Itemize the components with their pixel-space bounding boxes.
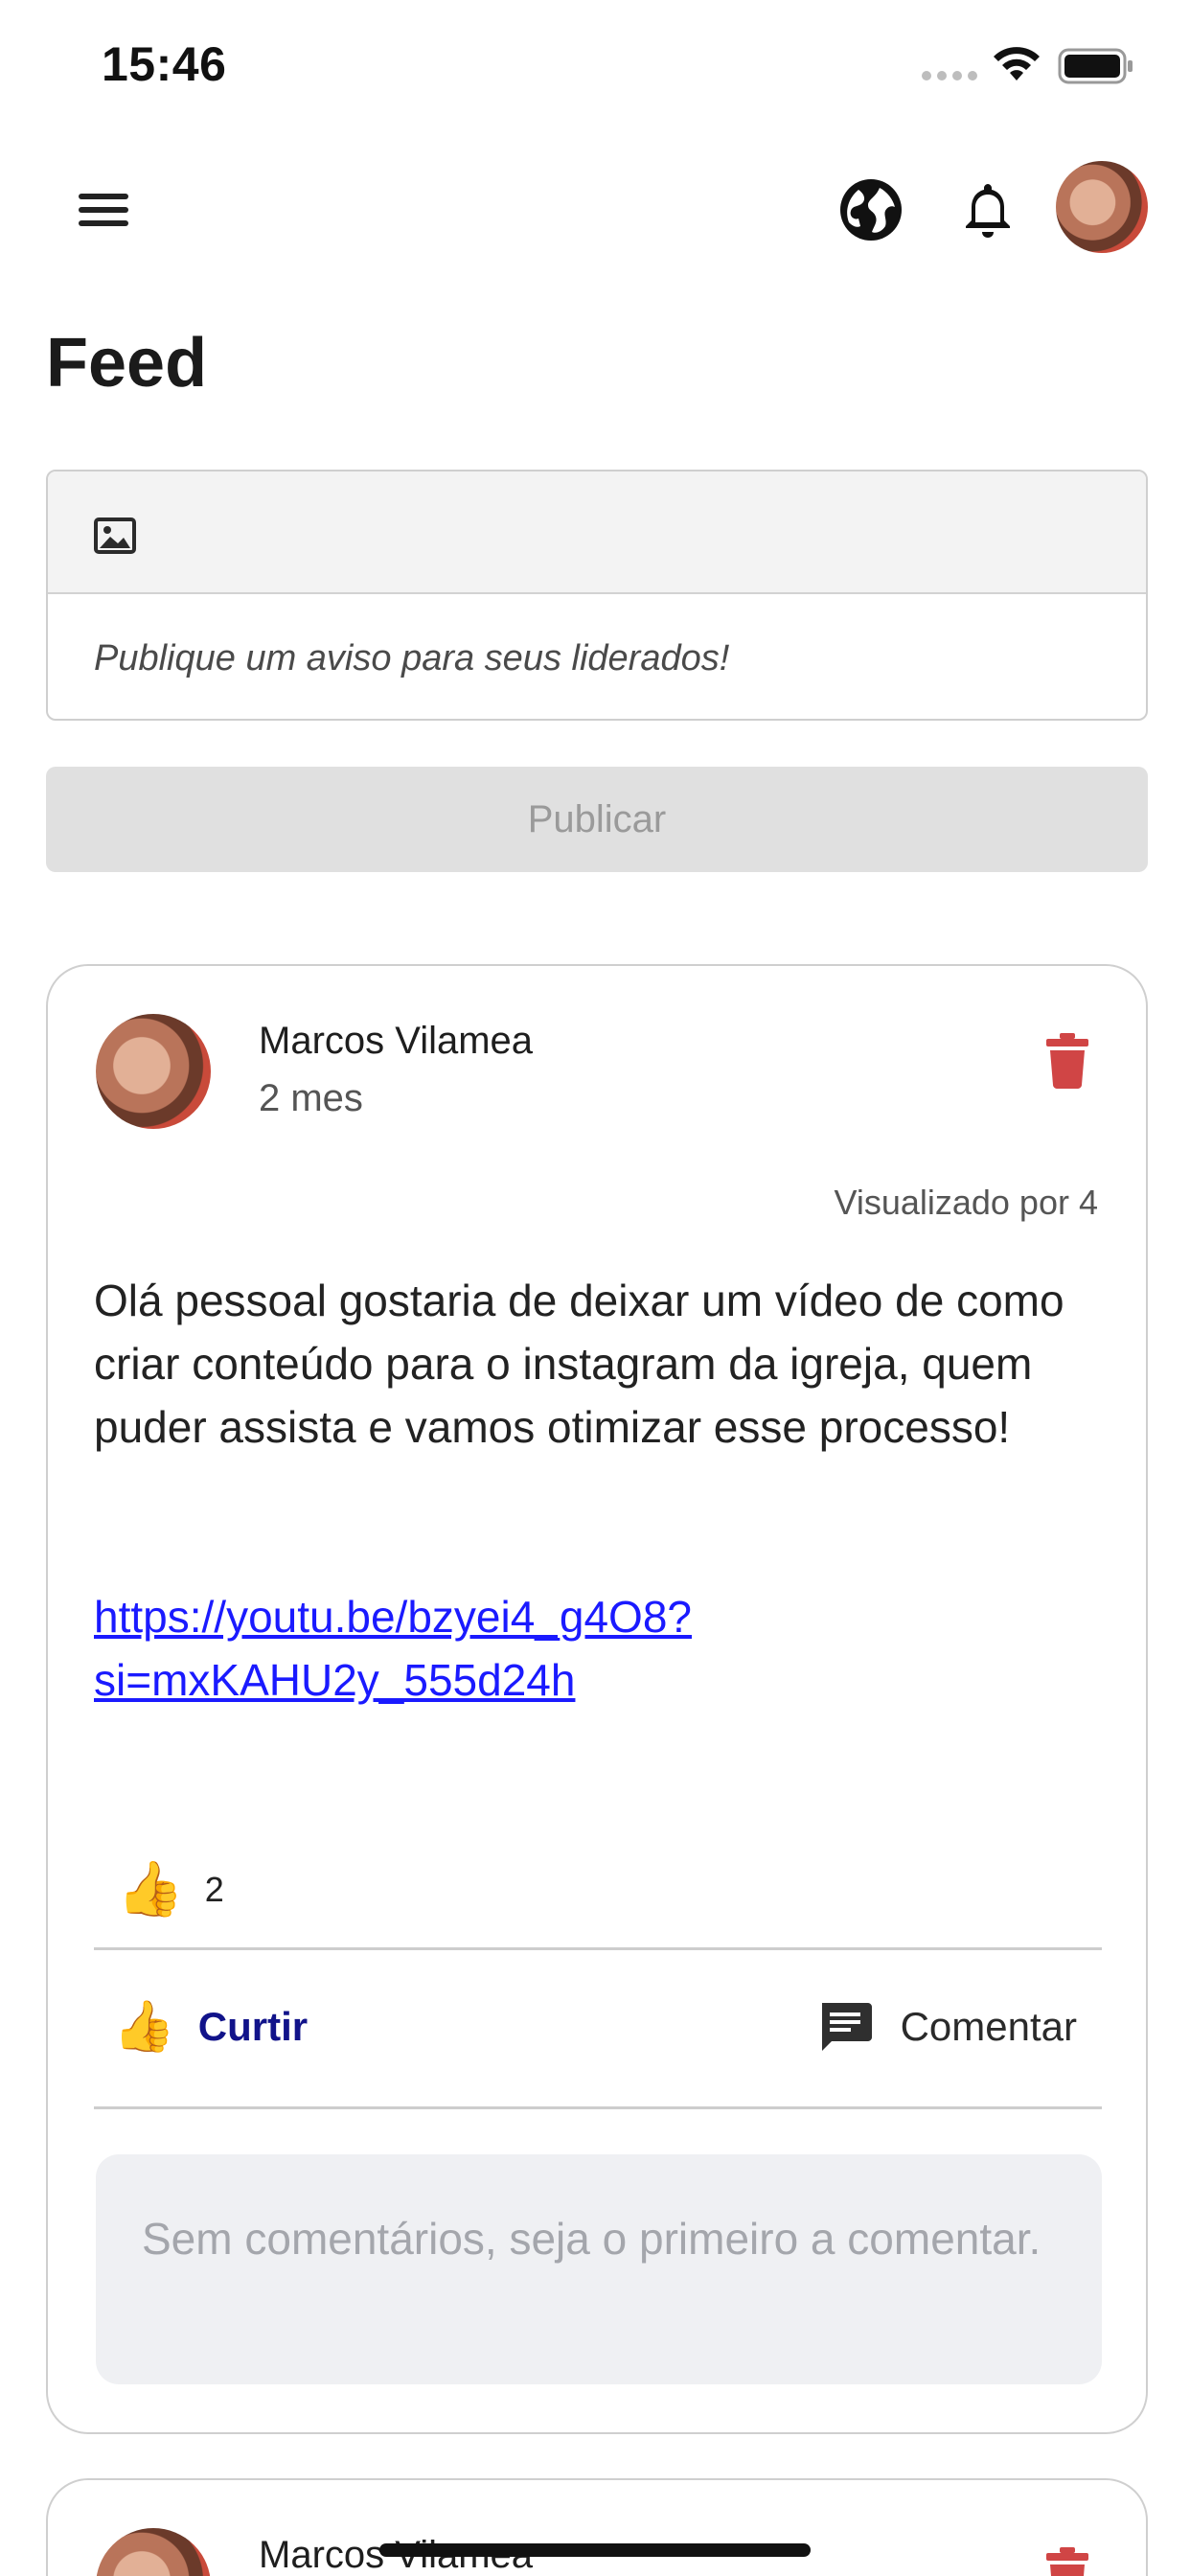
like-button[interactable]: 👍 Curtir: [113, 1984, 308, 2070]
page-title: Feed: [46, 325, 208, 402]
post-body: Olá pessoal gostaria de deixar um vídeo …: [94, 1276, 1064, 1452]
image-icon[interactable]: [94, 518, 136, 554]
announcement-input[interactable]: [48, 596, 1146, 719]
post-card: Marcos Vilamea 2 mes Visualizado por 4 O…: [46, 964, 1148, 2434]
delete-trash-icon[interactable]: [1044, 2545, 1090, 2576]
thumbs-up-icon: 👍: [117, 1858, 184, 1920]
user-avatar[interactable]: [1056, 161, 1148, 253]
divider: [94, 2106, 1102, 2109]
author-name: Marcos Vilamea: [259, 1020, 534, 1062]
cellular-signal-icon: [922, 71, 977, 80]
home-indicator[interactable]: [379, 2543, 811, 2557]
author-avatar[interactable]: [96, 1014, 211, 1129]
delete-trash-icon[interactable]: [1044, 1031, 1090, 1089]
post-composer: [46, 470, 1148, 721]
author-avatar[interactable]: [96, 2528, 211, 2576]
comment-button[interactable]: Comentar: [818, 1984, 1077, 2070]
like-label: Curtir: [197, 2004, 309, 2049]
post-link[interactable]: https://youtu.be/bzyei4_g4O8?si=mxKAHU2y…: [94, 1585, 956, 1712]
bell-icon[interactable]: [954, 176, 1021, 243]
hamburger-menu-icon[interactable]: [71, 182, 136, 236]
view-count: Visualizado por 4: [834, 1183, 1098, 1222]
globe-icon[interactable]: [837, 176, 904, 243]
comment-icon: [821, 2003, 872, 2051]
publish-button[interactable]: Publicar: [46, 767, 1148, 872]
composer-toolbar: [48, 472, 1146, 594]
post-card: Marcos Vilamea: [46, 2478, 1148, 2576]
status-time: 15:46: [102, 37, 227, 91]
post-timestamp: 2 mes: [259, 1077, 363, 1119]
status-bar: 15:46: [0, 0, 1190, 134]
thumbs-up-icon: 👍: [113, 1998, 175, 2056]
reaction-count: 2: [204, 1870, 224, 1909]
comment-label: Comentar: [900, 2004, 1077, 2049]
wifi-icon: [994, 47, 1040, 80]
comments-empty-state: Sem comentários, seja o primeiro a comen…: [96, 2154, 1102, 2384]
battery-icon: [1058, 48, 1133, 84]
reaction-summary: 👍 2: [117, 1863, 224, 1917]
divider: [94, 1947, 1102, 1950]
